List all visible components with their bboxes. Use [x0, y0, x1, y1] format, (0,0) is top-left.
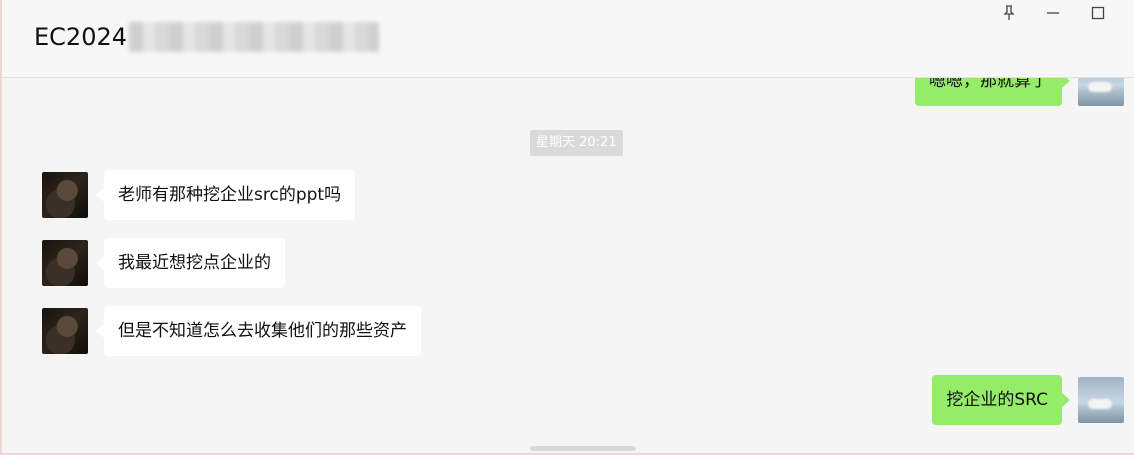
message-text: 挖企业的SRC [946, 390, 1048, 410]
timestamp: 星期天 20:21 [530, 130, 623, 156]
message-text: 嗯嗯，那就算了 [929, 78, 1048, 91]
message-text: 我最近想挖点企业的 [118, 253, 271, 273]
avatar-contact[interactable] [42, 240, 88, 286]
chat-title-text: EC2024 [34, 23, 127, 51]
avatar-self[interactable] [1078, 78, 1124, 106]
avatar-contact[interactable] [42, 308, 88, 354]
chat-title: EC2024 [34, 22, 379, 52]
chat-header: EC2024 [2, 0, 1134, 78]
message-text: 但是不知道怎么去收集他们的那些资产 [118, 321, 407, 341]
avatar-self[interactable] [1078, 377, 1124, 423]
maximize-icon[interactable] [1085, 2, 1111, 24]
message-text: 老师有那种挖企业src的ppt吗 [118, 185, 342, 205]
message-bubble-outgoing[interactable]: 挖企业的SRC [932, 375, 1070, 425]
message-bubble-incoming[interactable]: 我最近想挖点企业的 [96, 238, 285, 288]
redacted-title-blur [129, 22, 379, 52]
message-bubble-incoming[interactable]: 老师有那种挖企业src的ppt吗 [95, 170, 356, 220]
message-bubble-incoming[interactable]: 但是不知道怎么去收集他们的那些资产 [96, 306, 421, 356]
pin-icon[interactable] [996, 2, 1022, 24]
scrollbar[interactable] [530, 446, 636, 451]
message-list[interactable]: 嗯嗯，那就算了 星期天 20:21 老师有那种挖企业src的ppt吗 我最近想挖… [2, 78, 1134, 453]
message-bubble-partial[interactable]: 嗯嗯，那就算了 [915, 78, 1070, 106]
minimize-icon[interactable] [1040, 2, 1066, 24]
avatar-contact[interactable] [42, 172, 88, 218]
